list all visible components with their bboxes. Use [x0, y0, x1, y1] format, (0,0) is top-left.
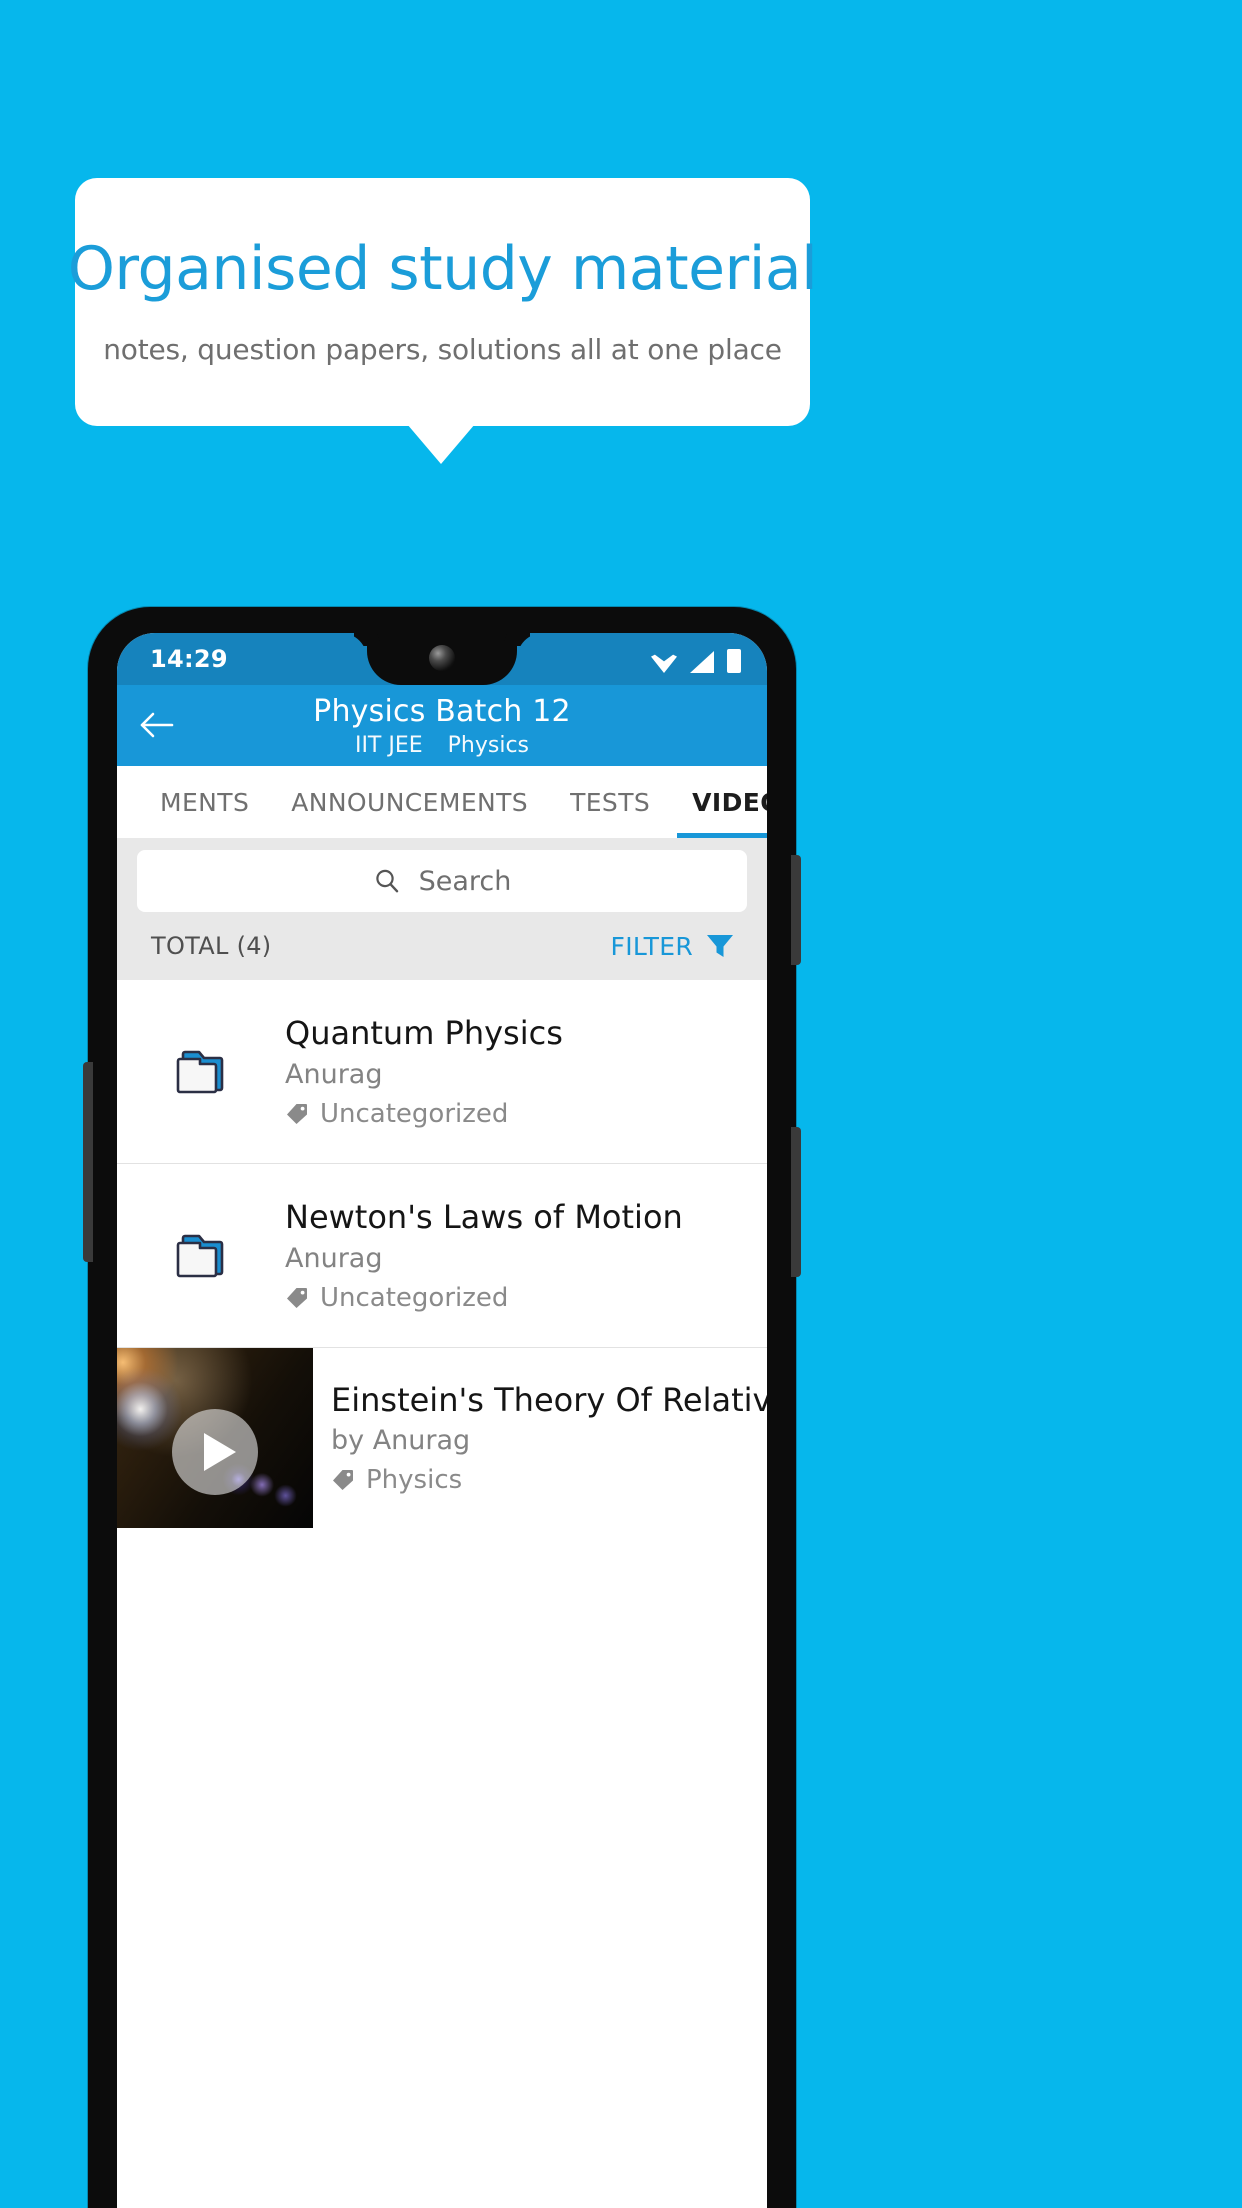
search-placeholder: Search	[418, 865, 512, 897]
wifi-icon	[651, 654, 677, 673]
phone-power-button[interactable]	[791, 855, 801, 965]
list-item-body: Newton's Laws of Motion Anurag Uncategor…	[285, 1198, 701, 1312]
phone-side-button-left[interactable]	[83, 1062, 93, 1262]
tag-icon	[285, 1286, 309, 1310]
phone-volume-button[interactable]	[791, 1127, 801, 1277]
search-input[interactable]: Search	[137, 850, 747, 912]
promo-title: Organised study material	[67, 233, 818, 304]
play-triangle	[203, 1433, 236, 1472]
breadcrumb-exam: IIT JEE	[354, 732, 423, 758]
tab-announcements[interactable]: ANNOUNCEMENTS	[270, 766, 549, 838]
app-bar-titles: Physics Batch 12 IIT JEE Physics	[117, 693, 767, 758]
page-title: Physics Batch 12	[313, 694, 571, 729]
folder-icon	[173, 1046, 229, 1098]
list-item-tag-label: Uncategorized	[320, 1098, 509, 1129]
status-bar-time: 14:29	[150, 645, 228, 673]
list-item-title: Newton's Laws of Motion	[285, 1198, 683, 1237]
phone-notch	[367, 633, 517, 685]
search-area: Search TOTAL (4) FILTER	[117, 838, 767, 980]
phone-device-frame: 14:29 Physics Batch 12 IIT JEE Physics M…	[83, 607, 801, 2208]
tab-videos[interactable]: VIDEOS	[671, 766, 767, 838]
tab-tests[interactable]: TESTS	[549, 766, 671, 838]
total-count-label: TOTAL (4)	[151, 932, 272, 960]
list-item[interactable]: Einstein's Theory Of Relativity by Anura…	[117, 1348, 767, 1528]
tag-icon	[285, 1102, 309, 1126]
filter-button[interactable]: FILTER	[611, 932, 735, 961]
list-item-body: Quantum Physics Anurag Uncategorized	[285, 1014, 581, 1128]
filter-label: FILTER	[610, 931, 693, 961]
list-item-tag-label: Physics	[366, 1465, 463, 1496]
promo-callout-card: Organised study material notes, question…	[68, 178, 818, 426]
status-bar-icons	[651, 647, 741, 673]
list-item-body: Einstein's Theory Of Relativity by Anura…	[313, 1348, 767, 1528]
video-thumbnail[interactable]	[117, 1348, 313, 1528]
phone-screen: 14:29 Physics Batch 12 IIT JEE Physics M…	[117, 633, 767, 2208]
signal-icon	[690, 651, 714, 673]
list-item-icon-column	[117, 1046, 285, 1098]
tab-bar: MENTS ANNOUNCEMENTS TESTS VIDEOS	[117, 766, 767, 838]
list-item-author: Anurag	[285, 1058, 383, 1090]
list-item-author: Anurag	[285, 1242, 383, 1274]
folder-icon	[173, 1230, 229, 1282]
breadcrumb: IIT JEE Physics	[117, 733, 767, 758]
front-camera-icon	[429, 645, 455, 671]
status-bar: 14:29	[117, 633, 767, 685]
app-bar: Physics Batch 12 IIT JEE Physics	[117, 685, 767, 766]
tab-ments[interactable]: MENTS	[139, 766, 270, 838]
filter-funnel-icon	[705, 932, 735, 960]
breadcrumb-subject: Physics	[447, 732, 530, 758]
promo-callout-tail	[407, 424, 475, 464]
list-header-row: TOTAL (4) FILTER	[137, 912, 747, 980]
list-item-tag: Uncategorized	[285, 1283, 683, 1313]
list-item-tag-label: Uncategorized	[320, 1282, 509, 1313]
list-item-author: by Anurag	[331, 1425, 471, 1457]
promo-subtitle: notes, question papers, solutions all at…	[103, 332, 782, 366]
list-item-tag: Physics	[331, 1465, 767, 1495]
list-item-tag: Uncategorized	[285, 1099, 563, 1129]
list-item-title: Quantum Physics	[285, 1014, 563, 1053]
battery-icon	[727, 649, 741, 673]
list-item[interactable]: Quantum Physics Anurag Uncategorized	[117, 980, 767, 1164]
list-item[interactable]: Newton's Laws of Motion Anurag Uncategor…	[117, 1164, 767, 1348]
list-item-icon-column	[117, 1230, 285, 1282]
content-list: Quantum Physics Anurag Uncategorized New…	[117, 980, 767, 1528]
list-item-title: Einstein's Theory Of Relativity	[331, 1380, 767, 1419]
play-icon[interactable]	[172, 1409, 258, 1496]
search-icon	[373, 867, 401, 895]
tag-icon	[331, 1468, 355, 1492]
